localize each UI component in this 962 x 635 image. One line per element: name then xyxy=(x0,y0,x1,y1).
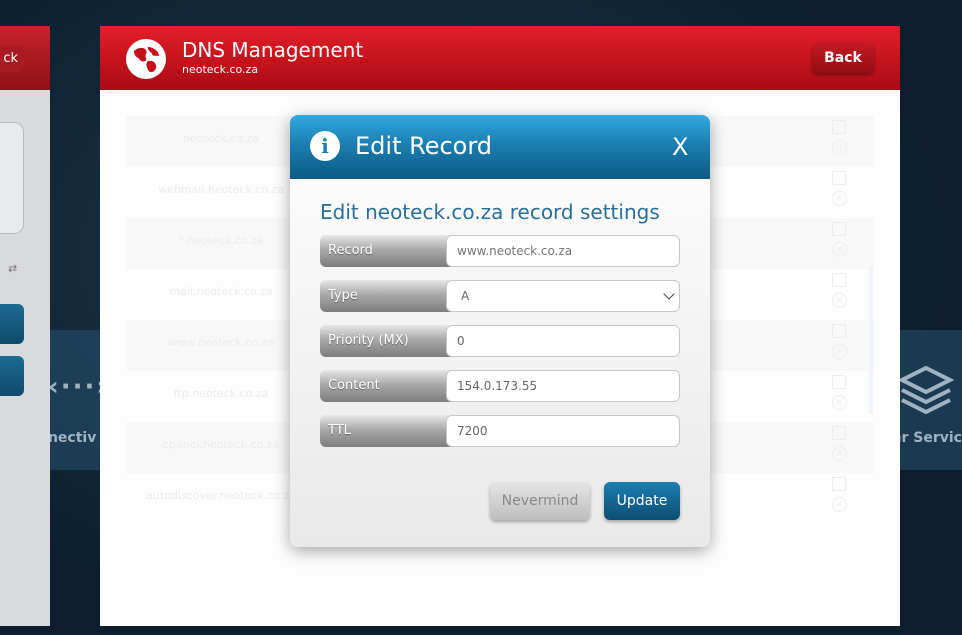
content-field: Content xyxy=(320,370,680,402)
chevron-down-icon xyxy=(663,288,675,300)
dns-header: DNS Management neoteck.co.za Back xyxy=(100,26,900,90)
update-button[interactable]: Update xyxy=(604,482,680,520)
modal-body: Edit neoteck.co.za record settings Recor… xyxy=(290,179,710,547)
priority-field: Priority (MX) xyxy=(320,325,680,357)
close-button[interactable]: X xyxy=(672,133,688,161)
type-label: Type xyxy=(320,280,460,312)
record-label: Record xyxy=(320,235,460,267)
back-button[interactable]: Back xyxy=(812,43,874,73)
edit-record-modal: i Edit Record X Edit neoteck.co.za recor… xyxy=(290,115,710,547)
globe-icon xyxy=(126,39,166,79)
content-input[interactable] xyxy=(446,370,680,402)
domain-subtitle: neoteck.co.za xyxy=(182,63,259,76)
modal-title: Edit Record xyxy=(355,132,493,160)
ttl-label: TTL xyxy=(320,415,460,447)
modal-header: i Edit Record X xyxy=(290,115,710,179)
background-card xyxy=(0,122,24,234)
background-symbol: ⇄ xyxy=(8,262,18,275)
background-right-label: er Servic xyxy=(892,430,962,446)
record-field: Record xyxy=(320,235,680,267)
background-back-button: ck xyxy=(0,46,24,72)
nevermind-button[interactable]: Nevermind xyxy=(490,482,590,520)
background-button xyxy=(0,356,24,396)
info-icon: i xyxy=(310,131,340,161)
priority-input[interactable] xyxy=(446,325,680,357)
type-selected-value: A xyxy=(461,289,470,303)
modal-subtitle: Edit neoteck.co.za record settings xyxy=(320,200,660,224)
background-panel: ck ⇄ xyxy=(0,26,50,626)
page-title: DNS Management xyxy=(182,38,364,62)
type-select[interactable]: A xyxy=(446,280,680,312)
background-button xyxy=(0,304,24,344)
record-input[interactable] xyxy=(446,235,680,267)
ttl-input[interactable] xyxy=(446,415,680,447)
priority-label: Priority (MX) xyxy=(320,325,460,357)
content-label: Content xyxy=(320,370,460,402)
ttl-field: TTL xyxy=(320,415,680,447)
layers-icon xyxy=(897,362,955,422)
type-field: Type A xyxy=(320,280,680,312)
